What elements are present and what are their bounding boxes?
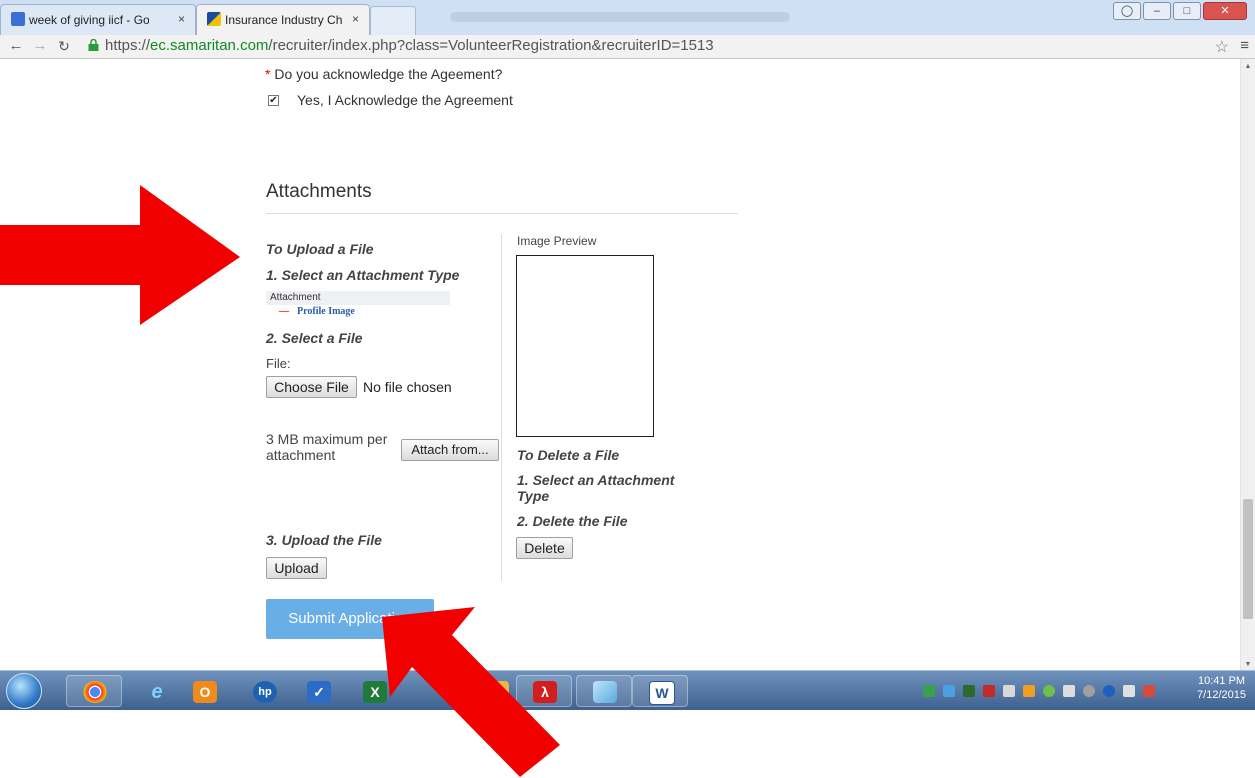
internet-explorer-icon: e xyxy=(151,681,163,703)
signal-icon[interactable] xyxy=(1063,685,1075,697)
agreement-checkbox[interactable]: ✔ xyxy=(268,95,279,106)
volume-icon[interactable] xyxy=(1143,685,1155,697)
folder-icon xyxy=(485,681,509,703)
browser-tab-strip: week of giving iicf - Goog × Insurance I… xyxy=(0,0,1255,35)
clock-date: 7/12/2015 xyxy=(1197,689,1246,701)
scroll-down-icon[interactable]: ▼ xyxy=(1241,661,1255,668)
agreement-question-text: Do you acknowledge the Ageement? xyxy=(274,66,503,82)
url-host: ec.samaritan.com xyxy=(150,37,269,54)
back-icon[interactable]: ← xyxy=(6,37,26,55)
attachment-type-profile-image[interactable]: — Profile Image xyxy=(279,306,355,317)
new-tab-button[interactable] xyxy=(370,6,416,35)
column-divider xyxy=(501,234,502,581)
outlook-icon: O xyxy=(193,681,217,703)
agreement-question: * Do you acknowledge the Ageement? xyxy=(265,66,502,82)
battery-icon[interactable] xyxy=(1123,685,1135,697)
bookmark-star-icon[interactable]: ☆ xyxy=(1215,37,1229,57)
taskbar-notes[interactable] xyxy=(576,675,632,707)
system-tray xyxy=(915,675,1185,707)
taskbar-word[interactable]: W xyxy=(632,675,688,707)
user-profile-icon[interactable]: ◯ xyxy=(1113,2,1141,20)
upload-step3: 3. Upload the File xyxy=(266,532,382,548)
file-label: File: xyxy=(266,356,291,371)
attachments-heading: Attachments xyxy=(266,181,372,202)
page-content: * Do you acknowledge the Ageement? ✔ Yes… xyxy=(0,59,1240,670)
tab-title: Insurance Industry Charita xyxy=(225,13,343,27)
tab-week-of-giving[interactable]: week of giving iicf - Goog × xyxy=(0,4,196,35)
no-file-chosen-text: No file chosen xyxy=(363,379,452,395)
delete-step2: 2. Delete the File xyxy=(517,513,628,529)
menu-icon[interactable]: ≡ xyxy=(1240,37,1249,54)
delete-step1: 1. Select an Attachment Type xyxy=(517,472,675,504)
outlook-tray-icon[interactable] xyxy=(1023,685,1035,697)
browser-toolbar: ← → ↻ https://ec.samaritan.com/recruiter… xyxy=(0,35,1255,59)
max-size-note: 3 MB maximum per attachment xyxy=(266,431,388,463)
excel-icon: X xyxy=(363,681,387,703)
network-icon[interactable] xyxy=(1043,685,1055,697)
image-preview-label: Image Preview xyxy=(517,234,597,248)
bluetooth-icon[interactable] xyxy=(1103,685,1115,697)
hp-icon: hp xyxy=(253,681,277,703)
taskbar-excel[interactable]: X xyxy=(346,675,402,707)
close-window-icon[interactable]: ✕ xyxy=(1203,2,1247,20)
scroll-thumb[interactable] xyxy=(1243,499,1253,619)
taskbar-acrobat[interactable]: λ xyxy=(516,675,572,707)
close-tab-icon[interactable]: × xyxy=(352,12,359,26)
delete-title: To Delete a File xyxy=(517,447,620,463)
agreement-option-label: Yes, I Acknowledge the Agreement xyxy=(297,92,513,108)
taskbar-outlook[interactable]: O xyxy=(176,675,232,707)
chrome-icon xyxy=(83,681,107,703)
address-bar[interactable]: https://ec.samaritan.com/recruiter/index… xyxy=(88,36,1198,56)
google-favicon-icon xyxy=(11,12,25,26)
taskbar-checkmark-app[interactable]: ✓ xyxy=(290,675,346,707)
attachment-type-list-header: Attachment xyxy=(266,291,450,305)
notes-icon xyxy=(593,681,617,703)
close-tab-icon[interactable]: × xyxy=(178,12,185,26)
page-scrollbar[interactable]: ▲ ▼ xyxy=(1240,59,1255,670)
word-icon: W xyxy=(649,681,675,705)
scroll-up-icon[interactable]: ▲ xyxy=(1241,63,1255,70)
tab-insurance-industry[interactable]: Insurance Industry Charita × xyxy=(196,4,370,35)
flag-icon[interactable] xyxy=(1003,685,1015,697)
dropbox-icon[interactable] xyxy=(943,685,955,697)
iicf-favicon-icon xyxy=(207,12,221,26)
tray-app-icon[interactable] xyxy=(1083,685,1095,697)
upload-step2: 2. Select a File xyxy=(266,330,363,346)
windows-taskbar: e O hp ✓ X λ W xyxy=(0,670,1255,711)
submit-application-button[interactable]: Submit Application xyxy=(266,599,434,639)
image-preview-box xyxy=(516,255,654,437)
choose-file-button[interactable]: Choose File xyxy=(266,376,357,398)
heading-divider xyxy=(266,213,738,214)
maximize-icon[interactable]: □ xyxy=(1173,2,1201,20)
tray-app-icon[interactable] xyxy=(923,685,935,697)
windows-start-icon[interactable] xyxy=(6,673,42,709)
tray-app-icon[interactable] xyxy=(963,685,975,697)
taskbar-chrome[interactable] xyxy=(66,675,122,707)
delete-button[interactable]: Delete xyxy=(516,537,573,559)
taskbar-hp[interactable]: hp xyxy=(236,675,292,707)
collapse-minus-icon: — xyxy=(279,306,289,317)
url-path: /recruiter/index.php?class=VolunteerRegi… xyxy=(268,37,714,54)
checkmark-app-icon: ✓ xyxy=(307,681,331,703)
forward-icon[interactable]: → xyxy=(30,37,50,55)
acrobat-icon: λ xyxy=(533,681,557,703)
blurred-window-title xyxy=(450,12,790,22)
required-mark: * xyxy=(265,66,271,82)
upload-button[interactable]: Upload xyxy=(266,557,327,579)
upload-title: To Upload a File xyxy=(266,241,374,257)
window-controls: ◯ – □ ✕ xyxy=(1113,2,1247,22)
attachment-type-label: Profile Image xyxy=(297,306,355,317)
minimize-icon[interactable]: – xyxy=(1143,2,1171,20)
attach-from-button[interactable]: Attach from... xyxy=(401,439,499,461)
tray-app-icon[interactable] xyxy=(983,685,995,697)
blank-area xyxy=(0,710,1255,778)
reload-icon[interactable]: ↻ xyxy=(54,37,74,55)
upload-step1: 1. Select an Attachment Type xyxy=(266,267,460,283)
url-scheme: https:// xyxy=(105,37,151,54)
clock-time: 10:41 PM xyxy=(1197,675,1246,687)
tab-title: week of giving iicf - Goog xyxy=(29,13,149,27)
lock-icon xyxy=(88,39,99,51)
taskbar-clock[interactable]: 10:41 PM 7/12/2015 xyxy=(1194,674,1249,706)
